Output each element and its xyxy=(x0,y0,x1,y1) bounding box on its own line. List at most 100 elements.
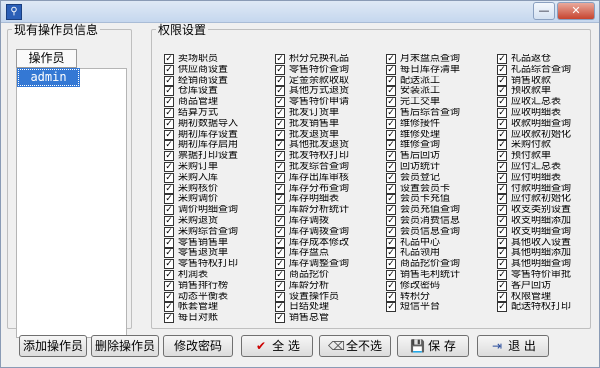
permission-checkbox[interactable]: ✓ xyxy=(386,54,396,64)
permission-item[interactable]: ✓ 预收款单 xyxy=(497,86,600,97)
permission-checkbox[interactable]: ✓ xyxy=(386,129,396,140)
permission-item[interactable]: ✓ 收支类别设置 xyxy=(497,205,600,216)
change-password-button[interactable]: 修改密码 xyxy=(163,335,233,357)
permission-item[interactable]: ✓ 零售特价申请 xyxy=(275,97,381,108)
permission-checkbox[interactable]: ✓ xyxy=(275,172,285,183)
permission-checkbox[interactable]: ✓ xyxy=(497,226,507,237)
permission-item[interactable]: ✓ 会员消费信息 xyxy=(386,215,492,227)
permission-checkbox[interactable]: ✓ xyxy=(164,237,174,248)
permission-checkbox[interactable]: ✓ xyxy=(275,194,285,205)
permission-item[interactable]: ✓ 销售总管 xyxy=(275,313,381,324)
permission-checkbox[interactable]: ✓ xyxy=(386,151,396,162)
select-none-button[interactable]: ⌫全不选 xyxy=(319,335,391,357)
permission-item[interactable]: ✓ 付款明细查询 xyxy=(497,183,600,195)
permission-item[interactable]: ✓ 会员信息查询 xyxy=(386,226,492,238)
permission-item[interactable]: ✓ 收款明细查询 xyxy=(497,118,600,130)
permission-checkbox[interactable]: ✓ xyxy=(497,64,507,75)
permission-checkbox[interactable]: ✓ xyxy=(275,183,285,194)
permission-checkbox[interactable]: ✓ xyxy=(164,86,174,97)
operator-list[interactable]: admin xyxy=(16,68,127,338)
permission-item[interactable]: ✓ 维修处理 xyxy=(386,129,492,141)
permission-checkbox[interactable]: ✓ xyxy=(497,172,507,183)
permission-item[interactable]: ✓ 库存调整查询 xyxy=(275,259,381,270)
permission-item[interactable]: ✓ 短信平台 xyxy=(386,302,492,313)
permission-checkbox[interactable]: ✓ xyxy=(275,140,285,151)
permission-item[interactable]: ✓ 应付汇总表 xyxy=(497,161,600,173)
permission-item[interactable]: ✓ 库存盘点 xyxy=(275,248,381,259)
permission-item[interactable]: ✓ 其他明细查询 xyxy=(497,259,600,270)
permission-checkbox[interactable]: ✓ xyxy=(386,280,396,291)
permission-item[interactable]: ✓ 帐套管理 xyxy=(164,302,270,313)
permission-checkbox[interactable]: ✓ xyxy=(497,280,507,291)
permission-checkbox[interactable]: ✓ xyxy=(386,107,396,118)
permission-checkbox[interactable]: ✓ xyxy=(164,97,174,108)
permission-item[interactable]: ✓ 卖场职员 xyxy=(164,54,270,65)
permission-item[interactable]: ✓ 库存分布查询 xyxy=(275,183,381,195)
permission-checkbox[interactable]: ✓ xyxy=(164,161,174,172)
permission-item[interactable]: ✓ 应收汇总表 xyxy=(497,97,600,108)
permission-item[interactable]: ✓ 配送派工 xyxy=(386,75,492,87)
permission-checkbox[interactable]: ✓ xyxy=(497,151,507,162)
permission-checkbox[interactable]: ✓ xyxy=(275,291,285,302)
permission-item[interactable]: ✓ 会员卡充值 xyxy=(386,194,492,205)
permission-item[interactable]: ✓ 应付明细表 xyxy=(497,172,600,184)
permission-checkbox[interactable]: ✓ xyxy=(497,215,507,226)
permission-item[interactable]: ✓ 库存出库审核 xyxy=(275,172,381,184)
permission-checkbox[interactable]: ✓ xyxy=(164,248,174,259)
permission-item[interactable]: ✓ 定金余款收取 xyxy=(275,75,381,87)
permission-item[interactable]: ✓ 仓库设置 xyxy=(164,86,270,97)
permission-checkbox[interactable]: ✓ xyxy=(275,129,285,140)
permission-checkbox[interactable]: ✓ xyxy=(386,237,396,248)
permission-item[interactable]: ✓ 库存明细表 xyxy=(275,194,381,205)
permission-checkbox[interactable]: ✓ xyxy=(386,215,396,226)
permission-checkbox[interactable]: ✓ xyxy=(275,269,285,280)
permission-checkbox[interactable]: ✓ xyxy=(497,183,507,194)
permission-item[interactable]: ✓ 礼品返仓 xyxy=(497,54,600,65)
permission-item[interactable]: ✓ 应付款初始化 xyxy=(497,194,600,205)
permission-checkbox[interactable]: ✓ xyxy=(164,64,174,75)
permission-item[interactable]: ✓ 批发订货单 xyxy=(275,107,381,119)
permission-checkbox[interactable]: ✓ xyxy=(275,107,285,118)
permission-checkbox[interactable]: ✓ xyxy=(164,140,174,151)
permission-checkbox[interactable]: ✓ xyxy=(275,280,285,291)
permission-checkbox[interactable]: ✓ xyxy=(386,172,396,183)
permission-checkbox[interactable]: ✓ xyxy=(386,118,396,129)
permission-checkbox[interactable]: ✓ xyxy=(497,86,507,97)
permission-checkbox[interactable]: ✓ xyxy=(275,54,285,64)
permission-checkbox[interactable]: ✓ xyxy=(497,97,507,108)
permission-item[interactable]: ✓ 应收明细表 xyxy=(497,107,600,119)
permission-checkbox[interactable]: ✓ xyxy=(497,75,507,86)
permission-checkbox[interactable]: ✓ xyxy=(386,97,396,108)
permission-checkbox[interactable]: ✓ xyxy=(164,172,174,183)
permission-item[interactable]: ✓ 日结处理 xyxy=(275,302,381,313)
permission-checkbox[interactable]: ✓ xyxy=(164,183,174,194)
permission-checkbox[interactable]: ✓ xyxy=(497,129,507,140)
permission-item[interactable]: ✓ 采购调价 xyxy=(164,194,270,205)
permission-item[interactable]: ✓ 期初库存启用 xyxy=(164,140,270,151)
permission-item[interactable]: ✓ 积分兑换礼品 xyxy=(275,54,381,65)
permission-checkbox[interactable]: ✓ xyxy=(497,118,507,129)
permission-item[interactable]: ✓ 库存调拨 xyxy=(275,215,381,227)
permission-checkbox[interactable]: ✓ xyxy=(164,280,174,291)
permission-item[interactable]: ✓ 利润表 xyxy=(164,269,270,281)
permission-item[interactable]: ✓ 预付款单 xyxy=(497,151,600,162)
permission-checkbox[interactable]: ✓ xyxy=(386,259,396,270)
save-button[interactable]: 💾 保 存 xyxy=(397,335,469,357)
permission-item[interactable]: ✓ 批发综合查询 xyxy=(275,161,381,173)
permission-item[interactable]: ✓ 礼品领用 xyxy=(386,248,492,259)
permission-item[interactable]: ✓ 库存成本修改 xyxy=(275,237,381,249)
permission-checkbox[interactable]: ✓ xyxy=(275,64,285,75)
permission-item[interactable]: ✓ 安装派工 xyxy=(386,86,492,97)
permission-item[interactable]: ✓ 应收款初始化 xyxy=(497,129,600,141)
permission-checkbox[interactable]: ✓ xyxy=(497,107,507,118)
permission-item[interactable]: ✓ 售后回访 xyxy=(386,151,492,162)
permission-item[interactable]: ✓ 商品管理 xyxy=(164,97,270,108)
permission-item[interactable]: ✓ 结算方式 xyxy=(164,107,270,119)
permission-item[interactable]: ✓ 完工交单 xyxy=(386,97,492,108)
permission-checkbox[interactable]: ✓ xyxy=(497,248,507,259)
permission-item[interactable]: ✓ 零售特价审批 xyxy=(497,269,600,281)
operator-column-header[interactable]: 操作员 xyxy=(16,49,77,68)
permission-checkbox[interactable]: ✓ xyxy=(386,302,396,313)
permission-checkbox[interactable]: ✓ xyxy=(275,161,285,172)
permission-item[interactable]: ✓ 采购综合查询 xyxy=(164,226,270,238)
